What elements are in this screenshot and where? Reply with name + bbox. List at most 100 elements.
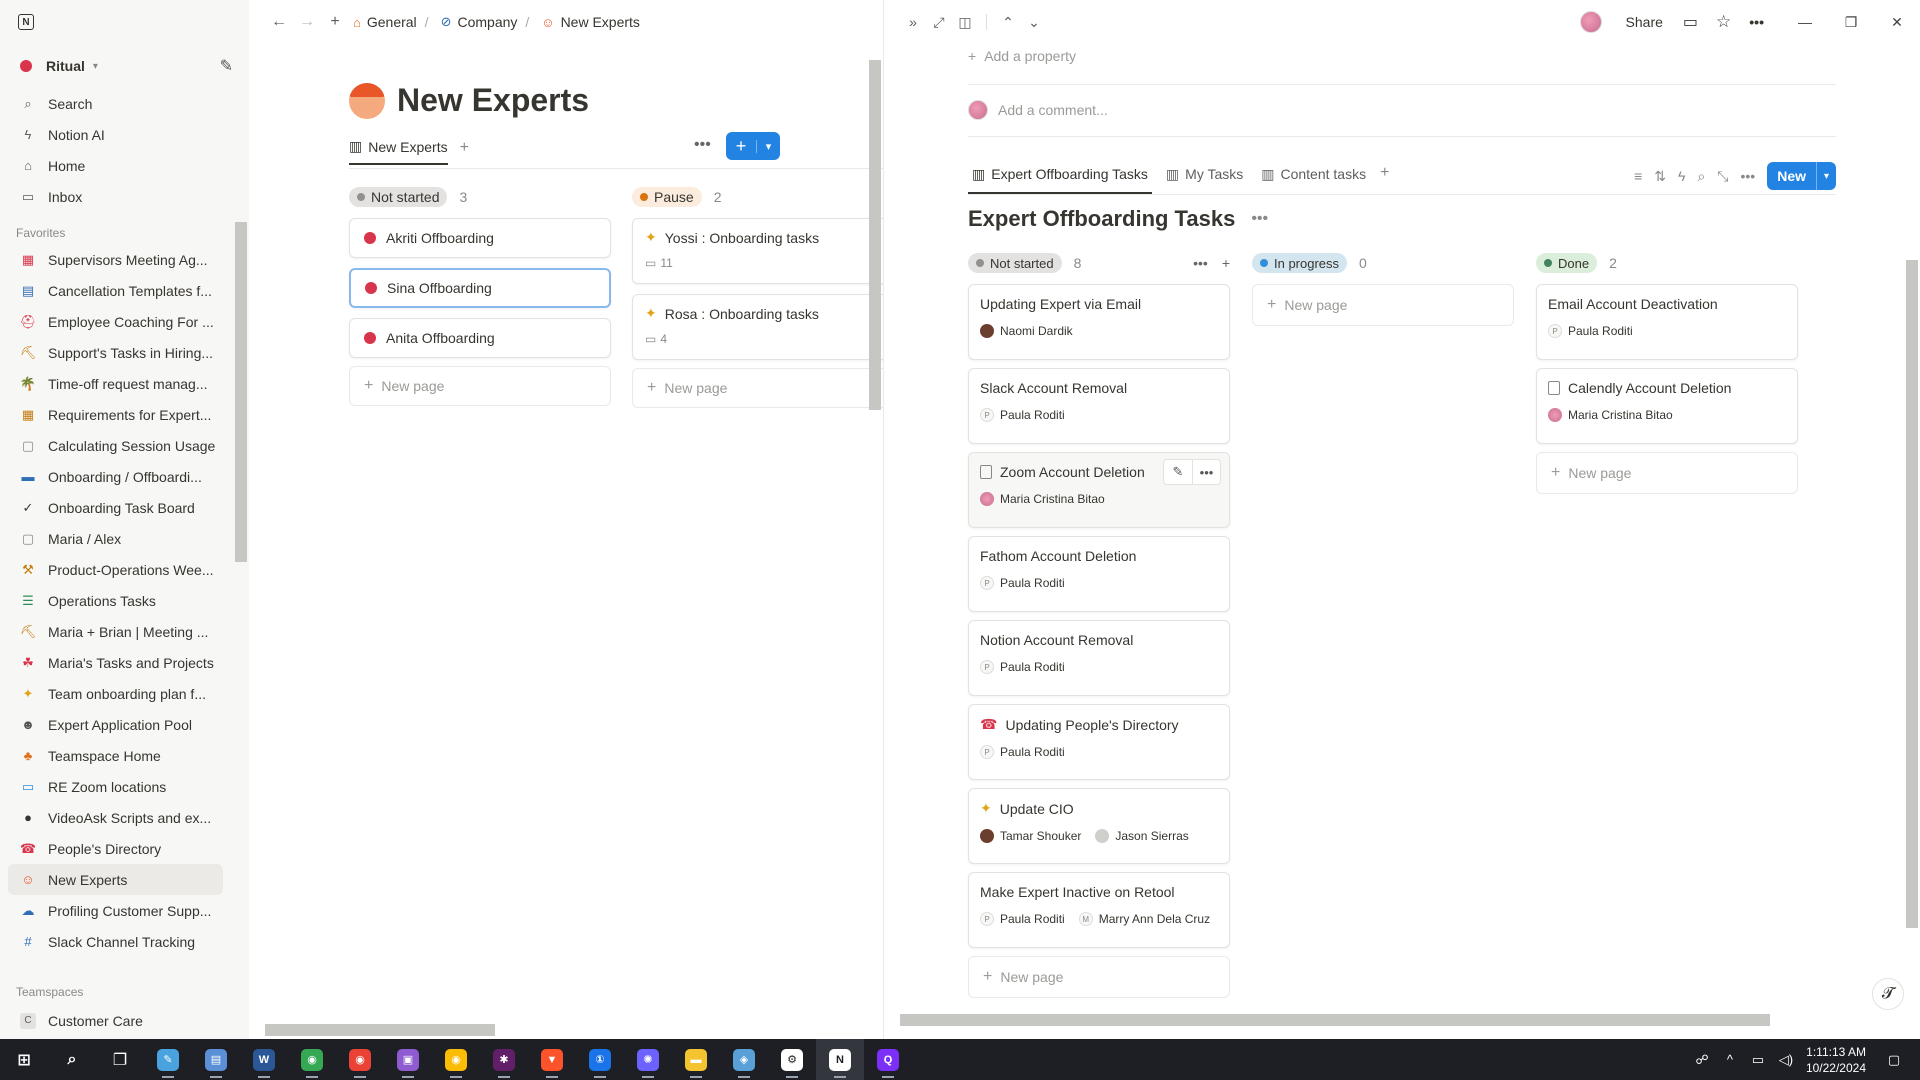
more-options-icon[interactable]: ••• — [1251, 210, 1268, 228]
terminal-app-icon[interactable]: Q — [864, 1039, 912, 1080]
sidebar-item-profiling-customer-supp[interactable]: ☁ Profiling Customer Supp... — [0, 895, 249, 926]
more-options-icon[interactable]: ••• — [1749, 14, 1764, 30]
search-icon[interactable]: ⌕ — [48, 1039, 96, 1080]
breadcrumb-company[interactable]: ⊘ Company — [441, 14, 518, 30]
expand-icon[interactable]: ⤡ — [1717, 168, 1728, 185]
sidebar-item-inbox[interactable]: ▭ Inbox — [0, 181, 249, 212]
sidebar-item-employee-coaching-for[interactable]: ⛑ Employee Coaching For ... — [0, 306, 249, 337]
chrome-app-icon[interactable]: ◉ — [288, 1039, 336, 1080]
sidebar-item-re-zoom-locations[interactable]: ▭ RE Zoom locations — [0, 771, 249, 802]
plus-icon[interactable]: + — [726, 136, 756, 157]
right-scrollbar[interactable] — [1906, 260, 1918, 928]
more-options-icon[interactable]: ••• — [1740, 168, 1755, 184]
avatar[interactable] — [1579, 11, 1602, 33]
sidebar-item-cancellation-templates-f[interactable]: ▤ Cancellation Templates f... — [0, 275, 249, 306]
sidebar-item-onboarding-task-board[interactable]: ✓ Onboarding Task Board — [0, 492, 249, 523]
chevron-down-icon[interactable]: ▾ — [1816, 162, 1836, 190]
sidebar-item-search[interactable]: ⌕ Search — [0, 88, 249, 119]
board-card[interactable]: Slack Account Removal P Paula Roditi — [968, 368, 1230, 444]
chevron-down-icon[interactable]: ▾ — [93, 61, 98, 72]
new-page-compose-icon[interactable]: ✎ — [220, 56, 233, 76]
board-card[interactable]: Updating Expert via Email Naomi Dardik — [968, 284, 1230, 360]
sidebar-item-people-s-directory[interactable]: ☎ People's Directory — [0, 833, 249, 864]
volume-icon[interactable]: ◁) — [1772, 1052, 1800, 1068]
sidebar-item-support-s-tasks-in-hiring[interactable]: ⛏ Support's Tasks in Hiring... — [0, 337, 249, 368]
minimize-icon[interactable]: — — [1782, 14, 1828, 30]
files-app-icon[interactable]: ▤ — [192, 1039, 240, 1080]
sidebar-item-videoask-scripts-and-ex[interactable]: ● VideoAsk Scripts and ex... — [0, 802, 249, 833]
new-page-button[interactable]: + New page — [968, 956, 1230, 998]
expand-icon[interactable]: ⤢ — [926, 14, 952, 31]
network-icon[interactable]: ▭ — [1744, 1052, 1772, 1068]
board-card[interactable]: ✦ Update CIO Tamar Shouker Jason Sierras — [968, 788, 1230, 864]
board-card[interactable]: Calendly Account Deletion Maria Cristina … — [1536, 368, 1798, 444]
star-icon[interactable]: ☆ — [1716, 12, 1731, 32]
sidebar-item-operations-tasks[interactable]: ☰ Operations Tasks — [0, 585, 249, 616]
comments-icon[interactable]: ▭ — [1683, 12, 1698, 32]
close-peek-icon[interactable]: » — [900, 14, 926, 30]
workspace-switcher[interactable]: Ritual ▾ ✎ — [0, 44, 249, 88]
sidebar-scrollbar[interactable] — [235, 222, 247, 562]
back-arrow-icon[interactable]: ← — [265, 13, 293, 31]
restore-icon[interactable]: ❐ — [1828, 14, 1874, 31]
close-icon[interactable]: ✕ — [1874, 14, 1920, 31]
new-button[interactable]: New ▾ — [1767, 162, 1836, 190]
notion-ai-help-icon[interactable]: 𝓣 — [1872, 978, 1904, 1010]
new-page-button[interactable]: + New page — [1252, 284, 1514, 326]
new-item-split-button[interactable]: + ▾ — [726, 132, 780, 160]
search-icon[interactable]: ⌕ — [1697, 168, 1705, 185]
tab-expert-offboarding-tasks[interactable]: ▥ Expert Offboarding Tasks — [968, 162, 1152, 194]
chevron-up-icon[interactable]: ^ — [1716, 1052, 1744, 1067]
steam-app-icon[interactable]: ⚙ — [768, 1039, 816, 1080]
sidebar-item-maria-brian-meeting[interactable]: ⛏ Maria + Brian | Meeting ... — [0, 616, 249, 647]
sidebar-item-new-experts[interactable]: ☺ New Experts — [8, 864, 223, 895]
board-card[interactable]: ✦ Yossi : Onboarding tasks ▭ 11 — [632, 218, 883, 284]
people-icon[interactable]: ☍ — [1688, 1052, 1716, 1068]
status-badge[interactable]: Not started — [349, 187, 448, 207]
status-badge[interactable]: Not started — [968, 253, 1062, 273]
sidebar-item-onboarding-offboardi[interactable]: ▬ Onboarding / Offboardi... — [0, 461, 249, 492]
tool-app-icon[interactable]: ◈ — [720, 1039, 768, 1080]
breadcrumb-new-experts[interactable]: ☺ New Experts — [541, 14, 640, 30]
password-app-icon[interactable]: ① — [576, 1039, 624, 1080]
left-horizontal-scrollbar[interactable] — [265, 1024, 495, 1036]
comment-input[interactable]: Add a comment... — [998, 102, 1108, 118]
board-card[interactable]: Anita Offboarding — [349, 318, 611, 358]
status-badge[interactable]: Done — [1536, 253, 1598, 273]
edit-pencil-icon[interactable]: ✎ — [1164, 460, 1192, 484]
board-card[interactable]: Notion Account Removal P Paula Roditi — [968, 620, 1230, 696]
chevron-down-icon[interactable]: ▾ — [756, 139, 780, 153]
board-card[interactable]: Sina Offboarding — [349, 268, 611, 308]
board-card[interactable]: Akriti Offboarding — [349, 218, 611, 258]
more-options-icon[interactable]: ••• — [694, 136, 711, 154]
task-view-icon[interactable]: ❐ — [96, 1039, 144, 1080]
chrome-app-icon-2[interactable]: ◉ — [336, 1039, 384, 1080]
sidebar-item-maria-alex[interactable]: ▢ Maria / Alex — [0, 523, 249, 554]
filter-icon[interactable]: ≡ — [1634, 168, 1642, 184]
sidebar-item-product-operations-wee[interactable]: ⚒ Product-Operations Wee... — [0, 554, 249, 585]
status-badge[interactable]: Pause — [632, 187, 702, 207]
sidebar-item-slack-channel-tracking[interactable]: # Slack Channel Tracking — [0, 926, 249, 957]
sidebar-item-home[interactable]: ⌂ Home — [0, 150, 249, 181]
notepad-app-icon[interactable]: ✎ — [144, 1039, 192, 1080]
peek-mode-icon[interactable]: ◫ — [952, 14, 978, 31]
tab-content-tasks[interactable]: ▥ Content tasks — [1257, 162, 1370, 194]
sidebar-item-requirements-for-expert[interactable]: ▦ Requirements for Expert... — [0, 399, 249, 430]
new-page-button[interactable]: + New page — [632, 368, 883, 408]
sort-icon[interactable]: ⇅ — [1654, 168, 1666, 185]
more-options-icon[interactable]: ••• — [1192, 460, 1220, 484]
brave-app-icon[interactable]: ▼ — [528, 1039, 576, 1080]
new-page-button[interactable]: + New page — [1536, 452, 1798, 494]
word-app-icon[interactable]: W — [240, 1039, 288, 1080]
notifications-icon[interactable]: ▢ — [1880, 1052, 1908, 1068]
tab-my-tasks[interactable]: ▥ My Tasks — [1162, 162, 1247, 194]
automation-icon[interactable]: ϟ — [1678, 168, 1685, 184]
board-card[interactable]: Make Expert Inactive on Retool P Paula Rod… — [968, 872, 1230, 948]
board-card[interactable]: ☎ Updating People's Directory P Paula Rodit… — [968, 704, 1230, 780]
share-button[interactable]: Share — [1626, 14, 1663, 30]
windows-start-icon[interactable]: ⊞ — [0, 1039, 48, 1080]
chevron-up-icon[interactable]: ⌃ — [995, 14, 1021, 31]
board-card[interactable]: ✦ Rosa : Onboarding tasks ▭ 4 — [632, 294, 883, 360]
right-horizontal-scrollbar[interactable] — [900, 1014, 1770, 1026]
explorer-app-icon[interactable]: ▬ — [672, 1039, 720, 1080]
